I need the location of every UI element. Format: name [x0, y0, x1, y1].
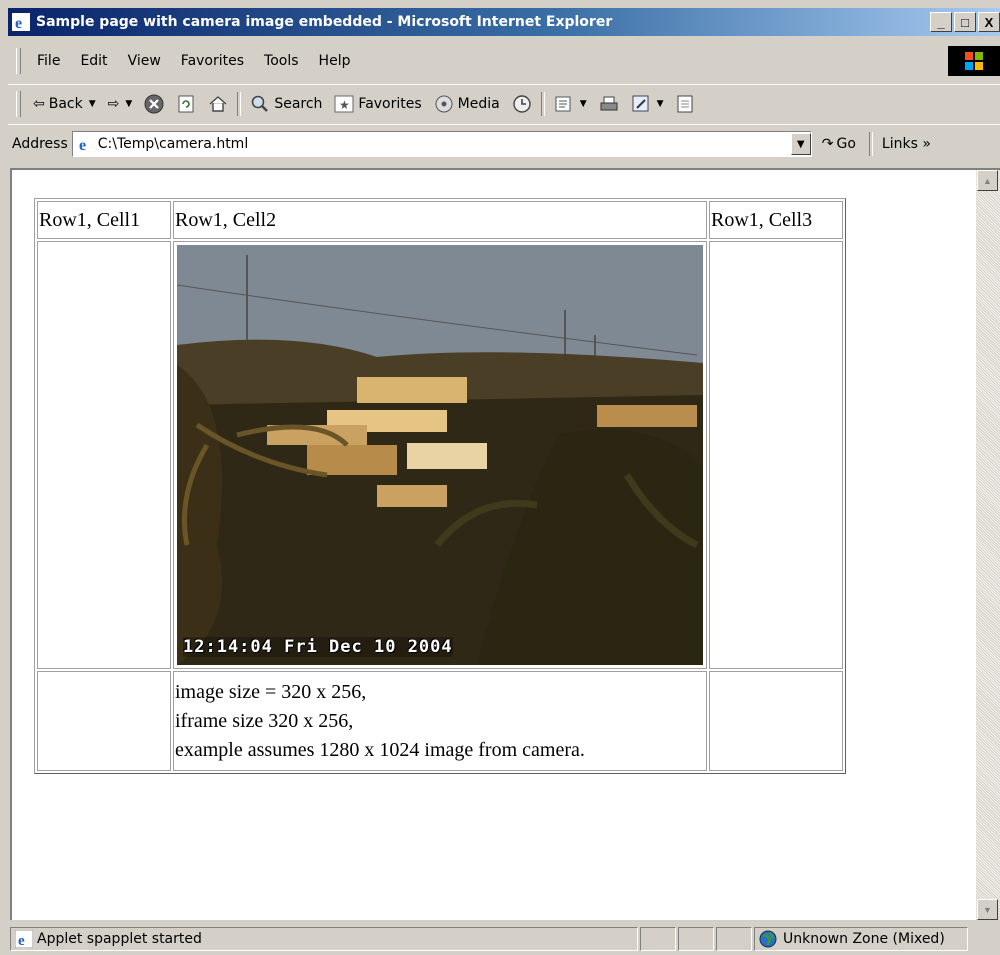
status-bar: e Applet spapplet started Unknown Zone (… — [10, 924, 1000, 954]
search-icon — [252, 95, 269, 112]
go-button[interactable]: ↷ Go — [812, 136, 866, 152]
address-label: Address — [12, 136, 68, 152]
camera-image: 12:14:04 Fri Dec 10 2004 — [177, 245, 703, 665]
refresh-icon — [178, 95, 194, 113]
camera-cell: 12:14:04 Fri Dec 10 2004 — [173, 241, 707, 669]
refresh-button[interactable] — [170, 91, 202, 117]
menu-bar-grip[interactable] — [16, 48, 21, 74]
svg-text:e: e — [15, 15, 22, 31]
standard-toolbar: ⇦ Back ▼ ⇨ ▼ Search ★ Favorites Media ▼ … — [8, 84, 1000, 123]
table-cell: Row1, Cell3 — [709, 201, 843, 239]
address-bar: Address e C:\Temp\camera.html ▼ ↷ Go Lin… — [8, 124, 1000, 163]
internet-explorer-icon: e — [12, 13, 30, 31]
media-icon — [435, 95, 453, 113]
menu-edit[interactable]: Edit — [70, 49, 117, 73]
menu-help[interactable]: Help — [309, 49, 361, 73]
back-button[interactable]: ⇦ Back ▼ — [27, 93, 102, 115]
stop-button[interactable] — [138, 91, 170, 117]
address-dropdown-button[interactable]: ▼ — [790, 133, 811, 155]
table-cell-empty — [709, 671, 843, 771]
table-cell: Row1, Cell2 — [173, 201, 707, 239]
caption-line: iframe size 320 x 256, — [175, 709, 354, 732]
security-zone-panel: Unknown Zone (Mixed) — [754, 927, 968, 951]
history-button[interactable] — [506, 91, 538, 117]
back-label: Back — [48, 96, 83, 112]
status-panel — [640, 927, 676, 951]
links-button[interactable]: Links » — [876, 136, 931, 152]
menu-favorites[interactable]: Favorites — [171, 49, 254, 73]
table-cell-empty — [37, 671, 171, 771]
layout-table: Row1, Cell1 Row1, Cell2 Row1, Cell3 12:1… — [34, 198, 846, 774]
media-label: Media — [457, 96, 500, 112]
table-row: 12:14:04 Fri Dec 10 2004 — [37, 241, 843, 669]
print-button[interactable] — [593, 91, 625, 117]
mail-icon — [555, 96, 571, 112]
caption-line: image size = 320 x 256, — [175, 680, 367, 703]
security-zone: Unknown Zone (Mixed) — [783, 931, 945, 947]
mail-dropdown-icon[interactable]: ▼ — [580, 99, 587, 109]
status-panel — [716, 927, 752, 951]
back-arrow-icon: ⇦ — [33, 96, 45, 112]
scroll-down-arrow-icon[interactable]: ▼ — [977, 899, 998, 920]
status-message-panel: e Applet spapplet started — [10, 927, 638, 951]
maximize-button[interactable]: □ — [954, 12, 976, 32]
favorites-button[interactable]: ★ Favorites — [328, 92, 427, 116]
edit-dropdown-icon[interactable]: ▼ — [657, 99, 664, 109]
notepad-icon — [677, 95, 693, 113]
page-status-icon: e — [15, 930, 33, 948]
media-button[interactable]: Media — [428, 91, 506, 117]
menu-view[interactable]: View — [118, 49, 171, 73]
search-button[interactable]: Search — [244, 91, 328, 117]
stop-icon — [144, 94, 164, 114]
scroll-up-arrow-icon[interactable]: ▲ — [977, 170, 998, 191]
camera-timestamp: 12:14:04 Fri Dec 10 2004 — [183, 637, 453, 657]
home-icon — [209, 96, 227, 112]
vertical-scrollbar[interactable]: ▲ ▼ — [976, 168, 1000, 920]
edit-button[interactable]: ▼ — [625, 91, 670, 117]
menu-file[interactable]: File — [27, 49, 70, 73]
page-icon: e — [75, 135, 94, 153]
page-content: Row1, Cell1 Row1, Cell2 Row1, Cell3 12:1… — [10, 168, 976, 920]
print-icon — [600, 96, 618, 111]
svg-text:★: ★ — [339, 98, 350, 112]
back-dropdown-icon[interactable]: ▼ — [89, 99, 96, 109]
home-button[interactable] — [202, 91, 234, 117]
address-input[interactable]: e C:\Temp\camera.html ▼ — [71, 131, 812, 157]
menu-bar: File Edit View Favorites Tools Help — [8, 40, 1000, 82]
history-icon — [513, 95, 531, 113]
favorites-label: Favorites — [358, 96, 422, 112]
table-cell-empty — [37, 241, 171, 669]
table-row: Row1, Cell1 Row1, Cell2 Row1, Cell3 — [37, 201, 843, 239]
forward-dropdown-icon[interactable]: ▼ — [125, 99, 132, 109]
forward-arrow-icon: ⇨ — [107, 96, 120, 112]
title-bar: e Sample page with camera image embedded… — [8, 8, 1000, 36]
mail-button[interactable]: ▼ — [548, 91, 593, 117]
minimize-button[interactable]: _ — [930, 12, 952, 32]
forward-button[interactable]: ⇨ ▼ — [102, 93, 139, 115]
table-cell: Row1, Cell1 — [37, 201, 171, 239]
window-title: Sample page with camera image embedded -… — [36, 14, 613, 30]
svg-text:e: e — [18, 933, 25, 948]
status-panel — [678, 927, 714, 951]
caption-line: example assumes 1280 x 1024 image from c… — [175, 738, 585, 761]
windows-logo-icon — [948, 46, 1000, 76]
table-row: image size = 320 x 256, iframe size 320 … — [37, 671, 843, 771]
go-label: Go — [836, 136, 856, 152]
status-message: Applet spapplet started — [37, 931, 202, 947]
table-cell-empty — [709, 241, 843, 669]
svg-text:e: e — [79, 137, 86, 153]
caption-cell: image size = 320 x 256, iframe size 320 … — [173, 671, 707, 771]
search-label: Search — [274, 96, 323, 112]
discuss-button[interactable] — [670, 91, 700, 117]
close-button[interactable]: X — [978, 12, 1000, 32]
address-value: C:\Temp\camera.html — [97, 136, 249, 152]
edit-icon — [632, 95, 649, 112]
favorites-star-icon: ★ — [334, 95, 354, 113]
toolbar-grip[interactable] — [16, 91, 21, 117]
go-arrow-icon: ↷ — [821, 136, 834, 152]
globe-icon — [759, 930, 777, 948]
browser-window: e Sample page with camera image embedded… — [0, 0, 1000, 955]
menu-tools[interactable]: Tools — [254, 49, 309, 73]
